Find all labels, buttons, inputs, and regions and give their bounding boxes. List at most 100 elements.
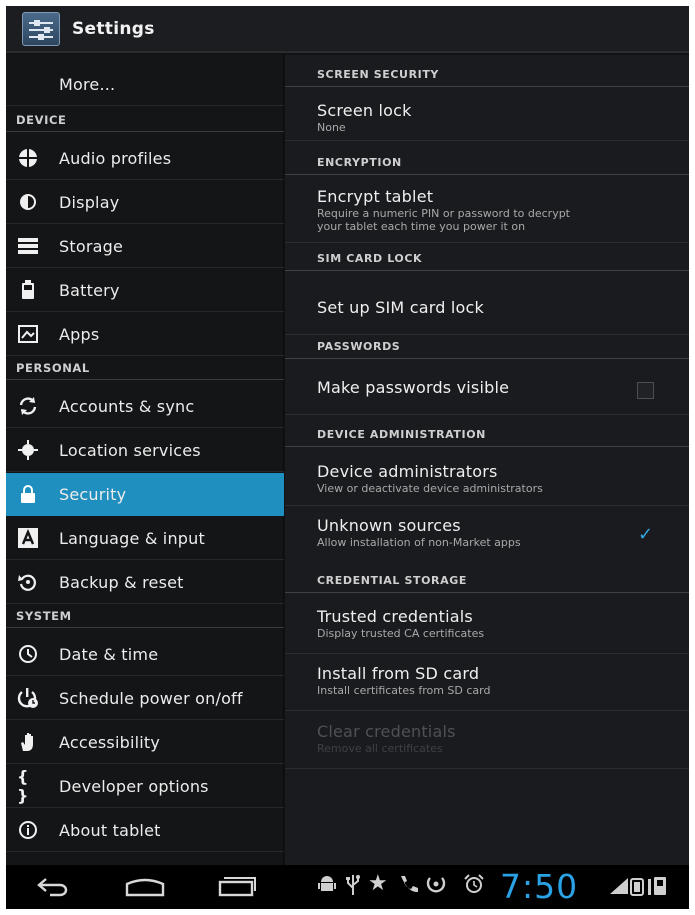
clock-icon <box>17 643 39 665</box>
pref-summary: your tablet each time you power it on <box>317 220 526 233</box>
action-bar: Settings <box>6 6 689 53</box>
signal-icon <box>610 878 628 899</box>
sidebar-item-label: Apps <box>59 324 100 344</box>
settings-window: Settings More... DEVICE Audio profiles D… <box>6 6 689 909</box>
sidebar-item-label: Audio profiles <box>59 148 172 168</box>
sidebar-item-label: Language & input <box>59 528 205 548</box>
sidebar-item-backup-reset[interactable]: Backup & reset <box>6 561 284 604</box>
storage-icon <box>17 235 39 257</box>
passwords-visible-checkbox[interactable] <box>637 382 654 399</box>
sidebar-item-label: Storage <box>59 236 124 256</box>
sidebar-item-label: Developer options <box>59 776 209 796</box>
section-header-encryption: ENCRYPTION <box>285 151 689 175</box>
status-clock: 7:50 <box>500 867 579 906</box>
sidebar-item-label: Security <box>59 484 127 504</box>
sidebar-item-location-services[interactable]: Location services <box>6 429 284 472</box>
sidebar-item-audio-profiles[interactable]: Audio profiles <box>6 137 284 180</box>
sidebar-item-label: Accessibility <box>59 732 161 752</box>
security-panel: SCREEN SECURITY Screen lock None ENCRYPT… <box>285 55 689 865</box>
pref-summary: Allow installation of non-Market apps <box>317 536 521 549</box>
pref-summary: None <box>317 121 346 134</box>
back-icon[interactable] <box>36 875 70 903</box>
pref-title: Make passwords visible <box>317 377 510 397</box>
star-icon: ★ <box>368 871 388 896</box>
sidebar-item-label: More... <box>59 74 116 94</box>
pref-summary: Require a numeric PIN or password to dec… <box>317 207 570 220</box>
audio-profiles-icon <box>17 147 39 169</box>
sidebar-item-label: Location services <box>59 440 201 460</box>
pref-summary: Display trusted CA certificates <box>317 627 485 640</box>
settings-app-icon[interactable] <box>22 11 60 46</box>
sidebar-item-language-input[interactable]: Language & input <box>6 517 284 560</box>
sidebar-header-personal: PERSONAL <box>6 357 284 380</box>
pref-device-administrators[interactable]: Device administrators View or deactivate… <box>285 458 689 506</box>
section-header-sim-card-lock: SIM CARD LOCK <box>285 247 689 271</box>
pref-clear-credentials: Clear credentials Remove all certificate… <box>285 719 689 769</box>
pref-title: Set up SIM card lock <box>317 297 484 317</box>
sidebar-item-label: Date & time <box>59 644 159 664</box>
braces-icon: { } <box>17 767 29 805</box>
keyboard-icon <box>17 527 39 549</box>
sidebar-item-accessibility[interactable]: Accessibility <box>6 721 284 764</box>
android-debug-icon <box>318 874 336 899</box>
pref-title: Trusted credentials <box>317 607 473 626</box>
unknown-sources-checkbox[interactable]: ✓ <box>637 526 654 544</box>
pref-title: Encrypt tablet <box>317 187 434 206</box>
sidebar-item-label: About tablet <box>59 820 161 840</box>
sidebar-item-more[interactable]: More... <box>6 63 284 106</box>
sidebar-item-display[interactable]: Display <box>6 181 284 224</box>
lock-icon <box>17 483 39 505</box>
sidebar-item-apps[interactable]: Apps <box>6 313 284 356</box>
pref-title: Clear credentials <box>317 722 456 741</box>
pref-summary: Install certificates from SD card <box>317 684 491 697</box>
pref-unknown-sources[interactable]: Unknown sources Allow installation of no… <box>285 516 689 562</box>
battery-status-icon <box>630 875 670 902</box>
system-bar: ★ 7:50 <box>6 865 689 909</box>
usb-icon <box>346 874 360 901</box>
display-icon <box>17 191 39 213</box>
home-icon[interactable] <box>124 875 166 903</box>
backup-icon <box>17 571 39 593</box>
sidebar-item-label: Accounts & sync <box>59 396 195 416</box>
sidebar-header-device: DEVICE <box>6 109 284 132</box>
location-icon <box>17 439 39 461</box>
recent-apps-icon[interactable] <box>218 875 256 903</box>
sidebar-item-developer-options[interactable]: { } Developer options <box>6 765 284 808</box>
pref-summary: Remove all certificates <box>317 742 443 755</box>
alarm-icon <box>464 874 484 899</box>
pref-encrypt-tablet[interactable]: Encrypt tablet Require a numeric PIN or … <box>285 187 689 243</box>
pref-setup-sim-lock[interactable]: Set up SIM card lock <box>285 281 689 335</box>
section-header-device-administration: DEVICE ADMINISTRATION <box>285 423 689 447</box>
pref-title: Screen lock <box>317 101 412 120</box>
sidebar-header-system: SYSTEM <box>6 605 284 628</box>
pref-install-from-sd-card[interactable]: Install from SD card Install certificate… <box>285 661 689 711</box>
sidebar-item-security[interactable]: Security <box>6 473 284 516</box>
section-header-screen-security: SCREEN SECURITY <box>285 63 689 87</box>
apps-icon <box>17 323 39 345</box>
page-title: Settings <box>72 18 155 39</box>
schedule-power-icon <box>17 687 39 709</box>
section-header-credential-storage: CREDENTIAL STORAGE <box>285 569 689 593</box>
sidebar-item-date-time[interactable]: Date & time <box>6 633 284 676</box>
sidebar-item-schedule-power[interactable]: Schedule power on/off <box>6 677 284 720</box>
sidebar-item-accounts-sync[interactable]: Accounts & sync <box>6 385 284 428</box>
sidebar-item-label: Battery <box>59 280 120 300</box>
hand-icon <box>17 731 39 753</box>
pref-screen-lock[interactable]: Screen lock None <box>285 101 689 141</box>
section-header-passwords: PASSWORDS <box>285 335 689 359</box>
sidebar-item-label: Backup & reset <box>59 572 184 592</box>
info-icon <box>17 819 39 841</box>
sidebar-item-label: Display <box>59 192 120 212</box>
pref-trusted-credentials[interactable]: Trusted credentials Display trusted CA c… <box>285 604 689 654</box>
sidebar-item-label: Schedule power on/off <box>59 688 243 708</box>
sidebar-item-battery[interactable]: Battery <box>6 269 284 312</box>
signal-dot-icon <box>426 874 446 899</box>
sidebar-item-about-tablet[interactable]: About tablet <box>6 809 284 852</box>
phone-icon <box>398 874 420 899</box>
sidebar-item-storage[interactable]: Storage <box>6 225 284 268</box>
pref-make-passwords-visible[interactable]: Make passwords visible <box>285 361 689 415</box>
pref-summary: View or deactivate device administrators <box>317 482 543 495</box>
battery-icon <box>17 279 39 301</box>
pref-title: Install from SD card <box>317 664 480 683</box>
pref-title: Device administrators <box>317 462 498 481</box>
